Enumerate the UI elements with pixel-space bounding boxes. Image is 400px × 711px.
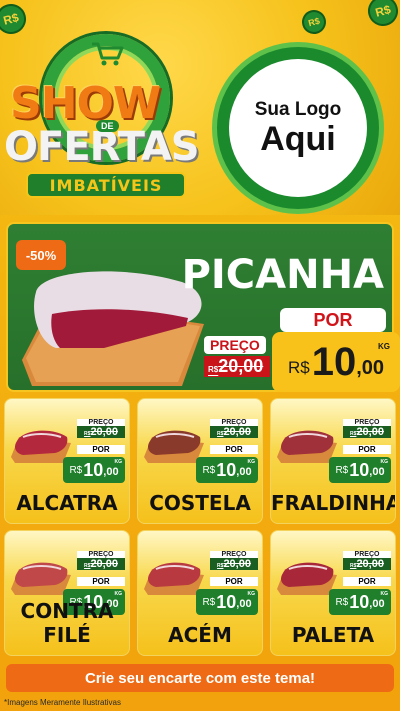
title-de: DE bbox=[96, 120, 119, 132]
price-unit: KG bbox=[380, 459, 389, 465]
old-price-tag: PREÇO R$20,00 bbox=[77, 419, 125, 438]
logo-placeholder[interactable]: Sua Logo Aqui bbox=[212, 42, 384, 214]
create-flyer-button[interactable]: Crie seu encarte com este tema! bbox=[6, 664, 394, 692]
product-price: R$ 10,00 KG bbox=[196, 589, 258, 615]
featured-price: R$ 10 ,00 KG bbox=[272, 332, 400, 392]
old-price: R$20,00 bbox=[204, 356, 270, 377]
old-price: R$20,00 bbox=[343, 558, 391, 570]
price-unit: KG bbox=[114, 591, 123, 597]
price-unit: KG bbox=[247, 591, 256, 597]
price-decimal: ,00 bbox=[369, 466, 385, 478]
por-label: POR bbox=[77, 577, 125, 586]
coin-icon: R$ bbox=[364, 0, 400, 30]
price-currency: R$ bbox=[335, 596, 349, 608]
old-price-tag: PREÇO R$20,00 bbox=[77, 551, 125, 570]
price-unit: KG bbox=[378, 342, 390, 351]
price-integer: 10 bbox=[216, 459, 237, 480]
old-price: R$20,00 bbox=[77, 558, 125, 570]
product-card[interactable]: PREÇO R$20,00 POR R$ 10,00 KG FRALDINHA bbox=[270, 398, 396, 524]
featured-product[interactable]: -50% PICANHA POR PREÇO R$20,00 R$ 10 ,00… bbox=[6, 222, 400, 392]
price-decimal: ,00 bbox=[236, 466, 252, 478]
price-decimal: ,00 bbox=[369, 598, 385, 610]
por-label: POR bbox=[343, 445, 391, 454]
product-price: R$ 10,00 KG bbox=[329, 457, 391, 483]
old-price-tag: PREÇO R$20,00 bbox=[204, 336, 272, 377]
preco-label: PREÇO bbox=[210, 551, 258, 558]
price-decimal: ,00 bbox=[236, 598, 252, 610]
por-label: POR bbox=[210, 445, 258, 454]
product-name: CONTRA FILÉ bbox=[20, 599, 114, 647]
old-price: R$20,00 bbox=[77, 426, 125, 438]
preco-label: PREÇO bbox=[343, 419, 391, 426]
preco-label: PREÇO bbox=[343, 551, 391, 558]
product-price: R$ 10,00 KG bbox=[196, 457, 258, 483]
preco-label: PREÇO bbox=[77, 419, 125, 426]
discount-badge: -50% bbox=[16, 240, 66, 270]
title-show: SHOW bbox=[10, 78, 161, 129]
product-card[interactable]: PREÇO R$20,00 POR R$ 10,00 KG COSTELA bbox=[137, 398, 263, 524]
logo-circle: Sua Logo Aqui bbox=[229, 59, 367, 197]
product-card[interactable]: PREÇO R$20,00 POR R$ 10,00 KG ALCATRA bbox=[4, 398, 130, 524]
logo-text-line2: Aqui bbox=[260, 120, 336, 158]
product-card[interactable]: PREÇO R$20,00 POR R$ 10,00 KG PALETA bbox=[270, 530, 396, 656]
product-name: ALCATRA bbox=[16, 491, 118, 515]
preco-label: PREÇO bbox=[210, 419, 258, 426]
product-name: FRALDINHA bbox=[271, 491, 396, 515]
logo-text-line1: Sua Logo bbox=[254, 99, 342, 120]
price-integer: 10 bbox=[349, 591, 370, 612]
coin-icon: R$ bbox=[0, 0, 30, 38]
header-banner: R$ R$ R$ SHOW OFERTAS DE IMBATÍVEIS Sua … bbox=[0, 0, 400, 215]
price-currency: R$ bbox=[287, 358, 310, 377]
product-card[interactable]: PREÇO R$20,00 POR R$ 10,00 KG ACÉM bbox=[137, 530, 263, 656]
price-currency: R$ bbox=[202, 464, 216, 476]
por-label: POR bbox=[77, 445, 125, 454]
old-price-tag: PREÇO R$20,00 bbox=[343, 419, 391, 438]
preco-label: PREÇO bbox=[77, 551, 125, 558]
price-unit: KG bbox=[380, 591, 389, 597]
old-price: R$20,00 bbox=[210, 426, 258, 438]
price-currency: R$ bbox=[335, 464, 349, 476]
price-integer: 10 bbox=[216, 591, 237, 612]
shopping-cart-icon bbox=[92, 42, 124, 66]
price-decimal: ,00 bbox=[103, 466, 119, 478]
featured-product-name: PICANHA bbox=[181, 252, 384, 298]
preco-label: PREÇO bbox=[204, 336, 266, 354]
product-name: ACÉM bbox=[168, 623, 232, 647]
por-label: POR bbox=[210, 577, 258, 586]
product-card[interactable]: PREÇO R$20,00 POR R$ 10,00 KG CONTRA FILÉ bbox=[4, 530, 130, 656]
por-label: POR bbox=[343, 577, 391, 586]
old-price-tag: PREÇO R$20,00 bbox=[343, 551, 391, 570]
price-integer: 10 bbox=[349, 459, 370, 480]
title-imbativeis: IMBATÍVEIS bbox=[26, 172, 186, 198]
product-price: R$ 10,00 KG bbox=[329, 589, 391, 615]
product-price: R$ 10,00 KG bbox=[63, 457, 125, 483]
disclaimer-note: *Imagens Meramente Ilustrativas bbox=[4, 698, 121, 707]
old-price-tag: PREÇO R$20,00 bbox=[210, 551, 258, 570]
product-name: COSTELA bbox=[149, 491, 251, 515]
price-currency: R$ bbox=[202, 596, 216, 608]
price-unit: KG bbox=[114, 459, 123, 465]
old-price: R$20,00 bbox=[210, 558, 258, 570]
por-label: POR bbox=[280, 308, 386, 332]
old-price-tag: PREÇO R$20,00 bbox=[210, 419, 258, 438]
coin-icon: R$ bbox=[299, 7, 329, 37]
price-integer: 10 bbox=[83, 459, 104, 480]
price-integer: 10 bbox=[311, 339, 357, 384]
old-price: R$20,00 bbox=[343, 426, 391, 438]
price-currency: R$ bbox=[69, 464, 83, 476]
price-decimal: ,00 bbox=[356, 357, 385, 379]
product-name: PALETA bbox=[291, 623, 375, 647]
price-unit: KG bbox=[247, 459, 256, 465]
